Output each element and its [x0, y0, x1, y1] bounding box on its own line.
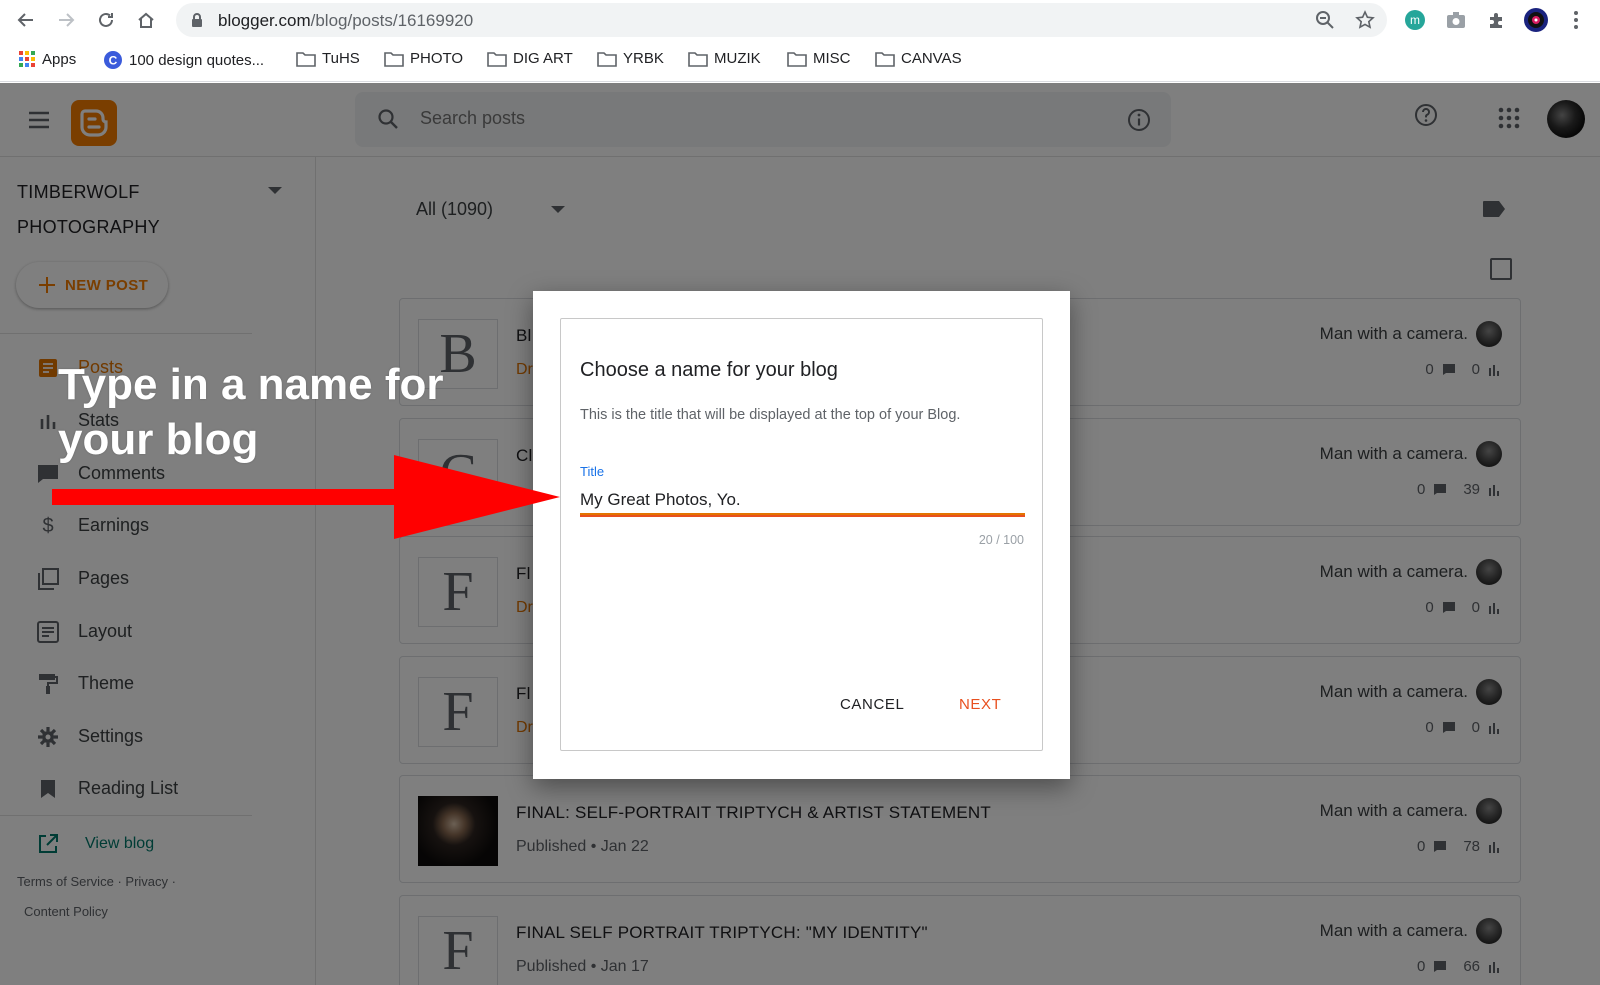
folder-icon [787, 51, 807, 67]
bookmark-label: DIG ART [513, 50, 573, 67]
svg-text:C: C [109, 54, 118, 68]
bookmark-folder-muzik[interactable]: MUZIK [688, 50, 761, 67]
dialog-content: Choose a name for your blog This is the … [560, 318, 1043, 751]
bookmark-folder-tuhs[interactable]: TuHS [296, 50, 360, 67]
back-icon[interactable] [12, 6, 40, 34]
bookmark-label: YRBK [623, 50, 664, 67]
reload-icon[interactable] [92, 6, 120, 34]
bookmark-apps[interactable]: Apps [18, 50, 76, 68]
blog-name-dialog: Choose a name for your blog This is the … [533, 291, 1070, 779]
bookmark-folder-dig-art[interactable]: DIG ART [487, 50, 573, 67]
bookmark-label: PHOTO [410, 50, 464, 67]
bookmark-label: TuHS [322, 50, 360, 67]
folder-icon [384, 51, 404, 67]
bookmark-folder-canvas[interactable]: CANVAS [875, 50, 962, 67]
url-text: blogger.com/blog/posts/16169920 [218, 11, 473, 31]
bookmark-folder-yrbk[interactable]: YRBK [597, 50, 664, 67]
folder-icon [688, 51, 708, 67]
next-button[interactable]: NEXT [959, 696, 1001, 713]
puzzle-extensions-icon[interactable] [1484, 7, 1510, 33]
zoom-icon[interactable] [1315, 10, 1335, 35]
apps-grid-icon [19, 51, 35, 67]
title-field-label: Title [580, 464, 605, 479]
c-favicon: C [104, 51, 122, 69]
home-icon[interactable] [132, 6, 160, 34]
folder-icon [487, 51, 507, 67]
lock-icon [190, 12, 204, 33]
character-counter: 20 / 100 [978, 533, 1024, 547]
bookmark-label: CANVAS [901, 50, 962, 67]
folder-icon [296, 51, 316, 67]
extension-m-icon[interactable]: m [1402, 7, 1428, 33]
dialog-title: Choose a name for your blog [580, 359, 838, 381]
tutorial-callout-text: Type in a name for your blog [58, 360, 444, 464]
bookmark-label: Apps [42, 50, 77, 68]
browser-toolbar: blogger.com/blog/posts/16169920 m [0, 0, 1600, 40]
url-path: /blog/posts/16169920 [310, 11, 474, 30]
dialog-subtitle: This is the title that will be displayed… [580, 407, 961, 423]
camera-icon[interactable] [1443, 7, 1469, 33]
profile-avatar-icon[interactable] [1523, 7, 1549, 33]
url-host: blogger.com [218, 11, 311, 30]
folder-icon [597, 51, 617, 67]
folder-icon [875, 51, 895, 67]
extension-m-letter: m [1410, 13, 1420, 27]
cancel-button[interactable]: CANCEL [840, 696, 904, 713]
tutorial-red-arrow [52, 455, 560, 539]
bookmarks-bar: Apps C 100 design quotes... TuHS PHOTO D… [0, 40, 1600, 82]
bookmark-folder-misc[interactable]: MISC [787, 50, 851, 67]
title-field-underline [580, 515, 1025, 517]
menu-kebab-icon[interactable] [1563, 7, 1589, 33]
star-icon[interactable] [1355, 10, 1375, 35]
blog-title-input[interactable] [580, 487, 1025, 515]
address-bar[interactable]: blogger.com/blog/posts/16169920 [176, 3, 1387, 37]
bookmark-label: MUZIK [714, 50, 761, 67]
bookmark-label: 100 design quotes... [129, 51, 265, 69]
forward-icon[interactable] [52, 6, 80, 34]
bookmark-label: MISC [813, 50, 851, 67]
bookmark-folder-photo[interactable]: PHOTO [384, 50, 463, 67]
bookmark-design-quotes[interactable]: C 100 design quotes... [103, 50, 264, 70]
